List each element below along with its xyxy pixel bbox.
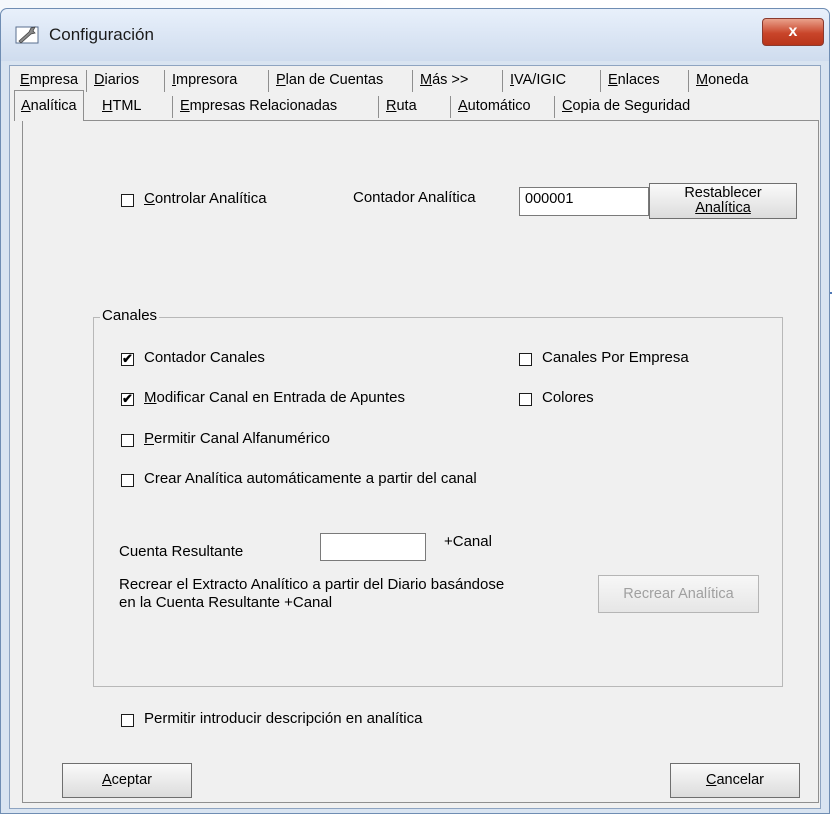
tab-moneda[interactable]: Moneda	[690, 68, 754, 92]
canales-group	[93, 317, 783, 687]
contador-analitica-label: Contador Analítica	[353, 189, 476, 206]
tab-separator	[172, 96, 173, 118]
tab-separator	[86, 70, 87, 92]
permitir-descripcion-label[interactable]: Permitir introducir descripción en analí…	[144, 710, 422, 727]
tab-separator	[688, 70, 689, 92]
modificar-canal-label[interactable]: Modificar Canal en Entrada de Apuntes	[144, 389, 405, 406]
tab-separator	[554, 96, 555, 118]
tab-analítica[interactable]: Analítica	[14, 90, 84, 121]
tab-empresas-relacionadas[interactable]: Empresas Relacionadas	[174, 94, 343, 118]
tab-html[interactable]: HTML	[96, 94, 147, 118]
tab-separator	[450, 96, 451, 118]
contador-canales-checkbox[interactable]: ✔	[121, 352, 134, 366]
tab-panel-analitica: Controlar Analítica Contador Analítica 0…	[22, 120, 819, 803]
tab-copia-de-seguridad[interactable]: Copia de Seguridad	[556, 94, 696, 118]
close-button[interactable]: x	[762, 18, 824, 46]
canales-por-empresa-checkbox[interactable]	[519, 353, 532, 366]
canales-por-empresa-label[interactable]: Canales Por Empresa	[542, 349, 689, 366]
cuenta-resultante-label: Cuenta Resultante	[119, 543, 244, 560]
tab-separator	[164, 70, 165, 92]
controlar-analitica-label[interactable]: Controlar Analítica	[144, 190, 267, 207]
crear-analitica-checkbox[interactable]	[121, 474, 134, 487]
aceptar-button[interactable]: Aceptar	[62, 763, 192, 798]
colores-checkbox[interactable]	[519, 393, 532, 406]
tab-iva-igic[interactable]: IVA/IGIC	[504, 68, 572, 92]
tab-automático[interactable]: Automático	[452, 94, 537, 118]
controlar-analitica-checkbox[interactable]	[121, 194, 134, 207]
client-area: Empresa Diarios Impresora Plan de Cuentas Má…	[9, 65, 821, 809]
permitir-alfanumerico-checkbox[interactable]	[121, 434, 134, 447]
tab-más[interactable]: Más >>	[414, 68, 474, 92]
colores-label[interactable]: Colores	[542, 389, 594, 406]
cancelar-button[interactable]: Cancelar	[670, 763, 800, 798]
tab-separator	[600, 70, 601, 92]
contador-analitica-input[interactable]: 000001	[519, 187, 649, 216]
wrench-icon	[15, 26, 39, 44]
canales-group-title: Canales	[100, 307, 160, 324]
tab-diarios[interactable]: Diarios	[88, 68, 145, 92]
tab-plan-de-cuentas[interactable]: Plan de Cuentas	[270, 68, 389, 92]
tab-separator	[502, 70, 503, 92]
tab-ruta[interactable]: Ruta	[380, 94, 423, 118]
recrear-description-line2: en la Cuenta Resultante +Canal	[119, 594, 333, 611]
tab-impresora[interactable]: Impresora	[166, 68, 243, 92]
configuracion-window: Configuración x Empresa Diarios Impresora P…	[0, 8, 830, 814]
tab-enlaces[interactable]: Enlaces	[602, 68, 666, 92]
tab-separator	[412, 70, 413, 92]
permitir-descripcion-checkbox[interactable]	[121, 714, 134, 727]
mas-canal-label: +Canal	[444, 533, 492, 550]
tab-separator	[268, 70, 269, 92]
cuenta-resultante-input[interactable]	[320, 533, 426, 561]
restablecer-analitica-button[interactable]: Restablecer Analítica	[649, 183, 797, 219]
recrear-analitica-button[interactable]: Recrear Analítica	[598, 575, 759, 613]
tab-separator	[378, 96, 379, 118]
window-title: Configuración	[49, 25, 154, 44]
permitir-alfanumerico-label[interactable]: Permitir Canal Alfanumérico	[144, 430, 330, 447]
contador-canales-label[interactable]: Contador Canales	[144, 349, 265, 366]
modificar-canal-checkbox[interactable]: ✔	[121, 392, 134, 406]
title-bar[interactable]: Configuración x	[1, 9, 829, 61]
crear-analitica-label[interactable]: Crear Analítica automáticamente a partir…	[144, 470, 477, 487]
tab-empresa[interactable]: Empresa	[14, 68, 84, 92]
recrear-description-line1: Recrear el Extracto Analítico a partir d…	[119, 576, 505, 593]
